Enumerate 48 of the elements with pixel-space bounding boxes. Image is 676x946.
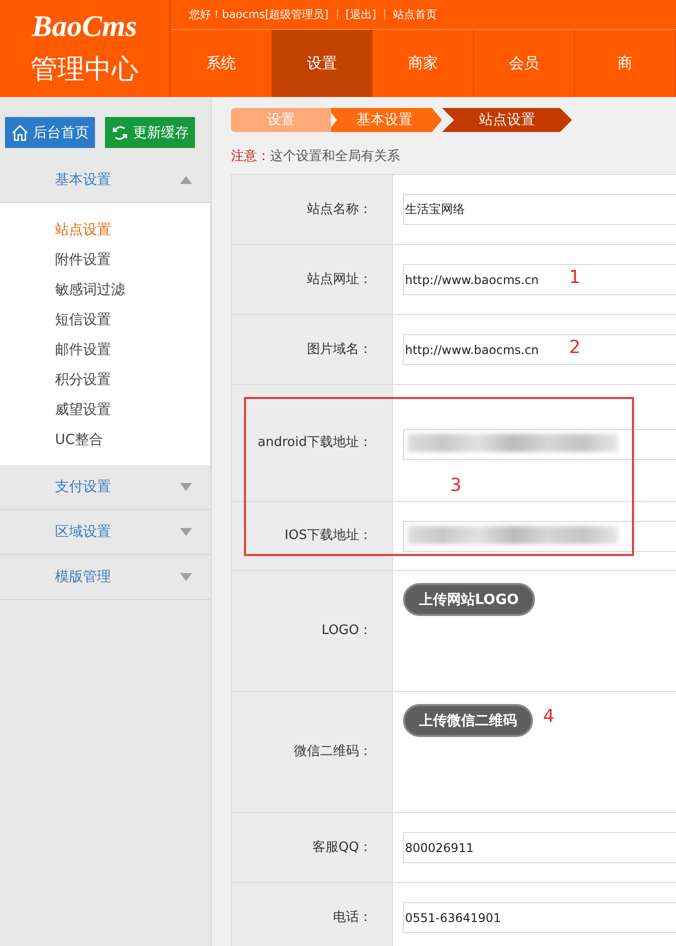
refresh-icon (111, 124, 129, 142)
sidebar-item[interactable]: 积分设置 (0, 365, 210, 395)
brand-subtitle: 管理中心 (30, 53, 138, 87)
field-label: 客服QQ： (312, 838, 372, 856)
top-link[interactable]: [退出] (346, 7, 376, 22)
blurred-field[interactable] (403, 429, 676, 460)
field-label: android下载地址： (258, 434, 372, 452)
quick-button[interactable]: 后台首页 (5, 117, 95, 148)
input-field[interactable]: 0551-63641901 (403, 902, 676, 933)
caret-icon (180, 176, 192, 184)
nav-tab[interactable]: 设置 (272, 30, 373, 97)
field-label: LOGO： (322, 622, 372, 640)
blurred-field[interactable] (403, 520, 676, 552)
sidebar-item[interactable]: 敏感词过滤 (0, 275, 210, 305)
notice-label: 注意： (231, 149, 270, 164)
greeting-text: 您好！baocms[超级管理员] (189, 7, 329, 22)
sidebar-group[interactable]: 区域设置 (0, 510, 210, 555)
breadcrumb-step[interactable]: 站点设置 (442, 108, 572, 132)
input-field[interactable]: 生活宝网络 (403, 194, 676, 225)
top-link[interactable]: 站点首页 (393, 7, 438, 22)
annotation-number: 3 (450, 475, 462, 496)
sidebar-item[interactable]: UC整合 (0, 425, 210, 455)
sidebar-group[interactable]: 模版管理 (0, 555, 210, 600)
annotation-number: 2 (569, 337, 580, 358)
field-label: 图片域名： (307, 340, 372, 358)
sidebar-group[interactable]: 支付设置 (0, 465, 210, 510)
field-label: 站点网址： (307, 270, 372, 288)
sidebar-item[interactable]: 附件设置 (0, 245, 210, 275)
home-icon (11, 124, 29, 142)
caret-icon (180, 573, 192, 581)
sidebar-item[interactable]: 邮件设置 (0, 335, 210, 365)
notice-text: 这个设置和全局有关系 (270, 149, 400, 164)
caret-icon (180, 483, 192, 491)
sidebar-item[interactable]: 站点设置 (0, 215, 210, 245)
quick-button[interactable]: 更新缓存 (105, 117, 195, 148)
sidebar-item[interactable]: 威望设置 (0, 395, 210, 425)
field-label: 电话： (333, 908, 372, 926)
field-label: 站点名称： (307, 200, 372, 218)
annotation-number: 4 (543, 706, 554, 727)
sidebar-item[interactable]: 短信设置 (0, 305, 210, 335)
caret-icon (180, 528, 192, 536)
brand-logo: BaoCms (32, 10, 138, 44)
upload-button[interactable]: 上传网站LOGO (403, 583, 535, 616)
annotation-number: 1 (569, 267, 580, 288)
field-label: IOS下载地址： (284, 527, 372, 545)
field-label: 微信二维码： (294, 743, 372, 761)
input-field[interactable]: 800026911 (403, 832, 676, 863)
upload-button[interactable]: 上传微信二维码 (403, 704, 533, 737)
